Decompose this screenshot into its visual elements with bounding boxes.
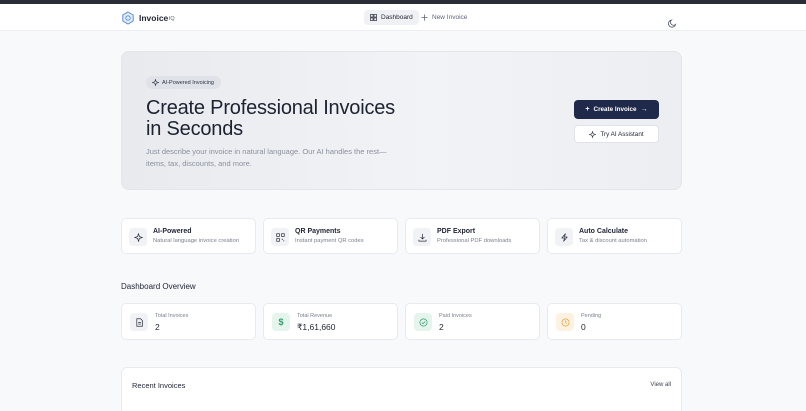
qr-code-icon [271, 228, 289, 246]
tab-dashboard[interactable]: Dashboard [364, 10, 419, 25]
try-ai-assistant-label: Try AI Assistant [600, 130, 644, 138]
hero-subtitle: Just describe your invoice in natural la… [146, 147, 387, 168]
stat-card-total-invoices: Total Invoices 2 [121, 303, 256, 340]
grid-icon [370, 14, 377, 21]
tab-dashboard-label: Dashboard [381, 14, 413, 21]
stat-label: Paid Invoices [439, 313, 472, 319]
feature-title: AI-Powered [153, 228, 192, 235]
document-icon [130, 313, 148, 331]
hero-title: Create Professional Invoices in Seconds [146, 97, 395, 140]
try-ai-assistant-button[interactable]: Try AI Assistant [574, 125, 659, 143]
feature-card-auto-calculate: Auto Calculate Tax & discount automation [547, 218, 682, 254]
hero-banner: AI-Powered Invoicing Create Professional… [121, 51, 682, 190]
moon-icon[interactable] [668, 15, 678, 28]
sparkles-icon [129, 228, 147, 246]
hexagon-logo-icon [121, 10, 135, 25]
feature-card-ai-powered: AI-Powered Natural language invoice crea… [121, 218, 256, 254]
stat-card-paid-invoices: Paid Invoices 2 [405, 303, 540, 340]
lightning-icon [555, 228, 573, 246]
clock-icon [556, 313, 574, 331]
stat-label: Total Invoices [155, 313, 189, 319]
feature-card-qr-payments: QR Payments Instant payment QR codes [263, 218, 398, 254]
feature-card-pdf-export: PDF Export Professional PDF downloads [405, 218, 540, 254]
stat-card-total-revenue: $ Total Revenue ₹1,61,660 [263, 303, 398, 340]
brand-suffix: IQ [168, 16, 175, 22]
stat-value: 2 [439, 322, 444, 332]
brand-logo-link[interactable]: Invoice IQ [121, 10, 175, 25]
sparkles-icon [152, 79, 159, 86]
dollar-icon: $ [272, 313, 290, 331]
feature-title: PDF Export [437, 228, 476, 235]
feature-title: Auto Calculate [579, 228, 629, 235]
feature-desc: Natural language invoice creation [153, 238, 240, 244]
stat-label: Pending [581, 313, 602, 319]
view-all-link[interactable]: View all [650, 382, 671, 388]
download-icon [413, 228, 431, 246]
create-invoice-button[interactable]: + Create Invoice → [574, 100, 659, 119]
plus-icon [421, 14, 428, 21]
recent-invoices-title: Recent Invoices [132, 381, 186, 390]
hero-badge: AI-Powered Invoicing [146, 76, 221, 89]
feature-desc: Tax & discount automation [579, 238, 647, 244]
check-circle-icon [414, 313, 432, 331]
recent-invoices-card: Recent Invoices View all [121, 367, 682, 411]
stat-value: 2 [155, 322, 160, 332]
plus-icon: + [585, 106, 590, 113]
top-navbar: Invoice IQ Dashboard New Invoice [0, 4, 806, 31]
arrow-right-icon: → [640, 106, 648, 113]
feature-desc: Instant payment QR codes [295, 238, 364, 244]
create-invoice-label: Create Invoice [593, 106, 637, 113]
stat-card-pending: Pending 0 [547, 303, 682, 340]
stat-value: 0 [581, 322, 586, 332]
stat-value: ₹1,61,660 [297, 322, 336, 332]
brand-name: Invoice [139, 12, 169, 23]
feature-title: QR Payments [295, 228, 341, 235]
tab-new-invoice-label: New Invoice [432, 14, 468, 21]
stat-label: Total Revenue [297, 313, 333, 319]
tab-new-invoice[interactable]: New Invoice [415, 10, 473, 25]
dashboard-overview-title: Dashboard Overview [121, 282, 196, 291]
hero-badge-label: AI-Powered Invoicing [162, 79, 214, 86]
feature-desc: Professional PDF downloads [437, 238, 512, 244]
sparkles-icon [589, 130, 597, 138]
